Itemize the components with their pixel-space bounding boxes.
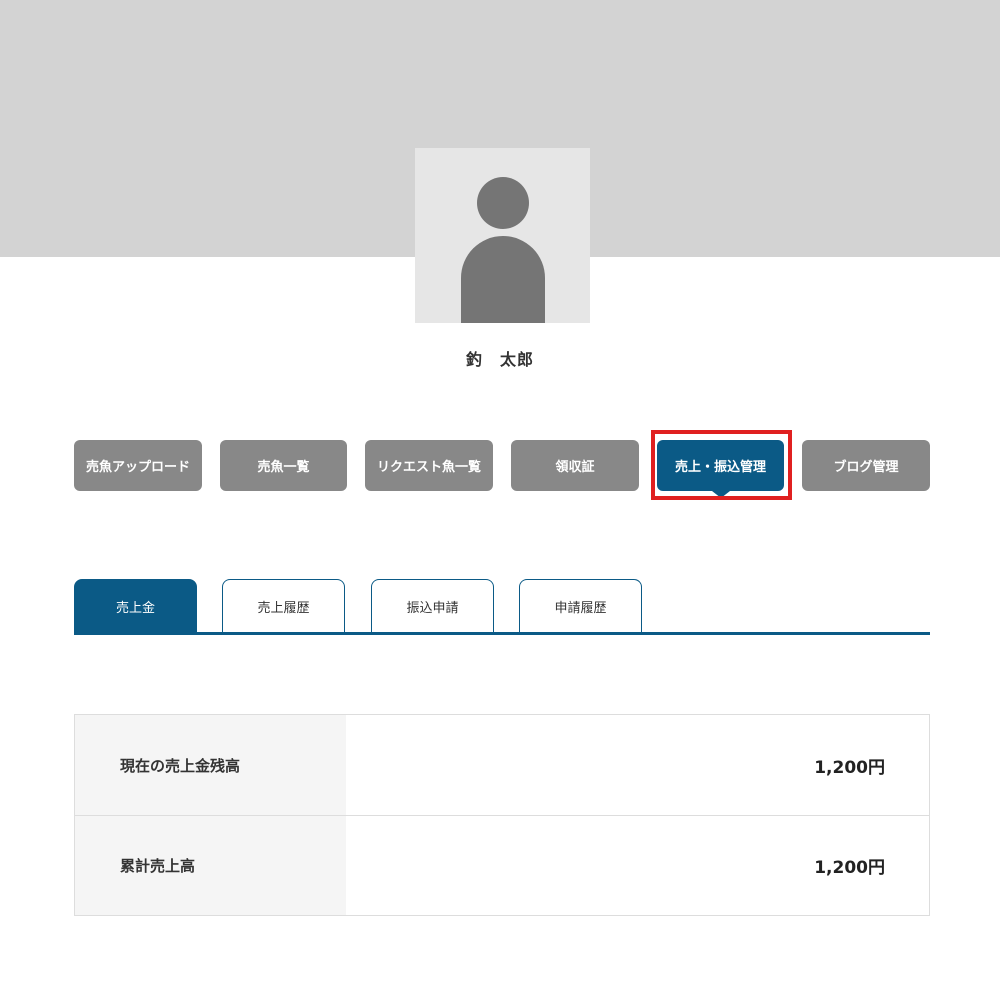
user-name: 釣 太郎 — [465, 350, 534, 369]
tab-request-history[interactable]: 申請履歴 — [519, 579, 642, 633]
menu-fish-list-button[interactable]: 売魚一覧 — [220, 440, 347, 491]
menu-receipt-button[interactable]: 領収証 — [511, 440, 639, 491]
tab-sales-amount[interactable]: 売上金 — [74, 579, 197, 633]
tab-sales-history[interactable]: 売上履歴 — [222, 579, 345, 633]
table-row: 累計売上高 1,200円 — [75, 815, 929, 915]
total-sales-value: 1,200円 — [814, 858, 885, 878]
total-sales-label: 累計売上高 — [75, 816, 346, 915]
current-balance-value: 1,200円 — [814, 757, 885, 778]
avatar — [415, 148, 590, 323]
user-silhouette-icon — [461, 177, 545, 323]
current-balance-label: 現在の売上金残高 — [75, 715, 346, 815]
sales-summary-table: 現在の売上金残高 1,200円 累計売上高 1,200円 — [74, 714, 930, 916]
tab-underline — [74, 632, 930, 635]
tab-transfer-request[interactable]: 振込申請 — [371, 579, 494, 633]
table-row: 現在の売上金残高 1,200円 — [75, 715, 929, 815]
menu-request-list-button[interactable]: リクエスト魚一覧 — [365, 440, 493, 491]
menu-blog-button[interactable]: ブログ管理 — [802, 440, 930, 491]
menu-sales-transfer-button[interactable]: 売上・振込管理 — [657, 440, 784, 498]
menu-fish-upload-button[interactable]: 売魚アップロード — [74, 440, 202, 491]
